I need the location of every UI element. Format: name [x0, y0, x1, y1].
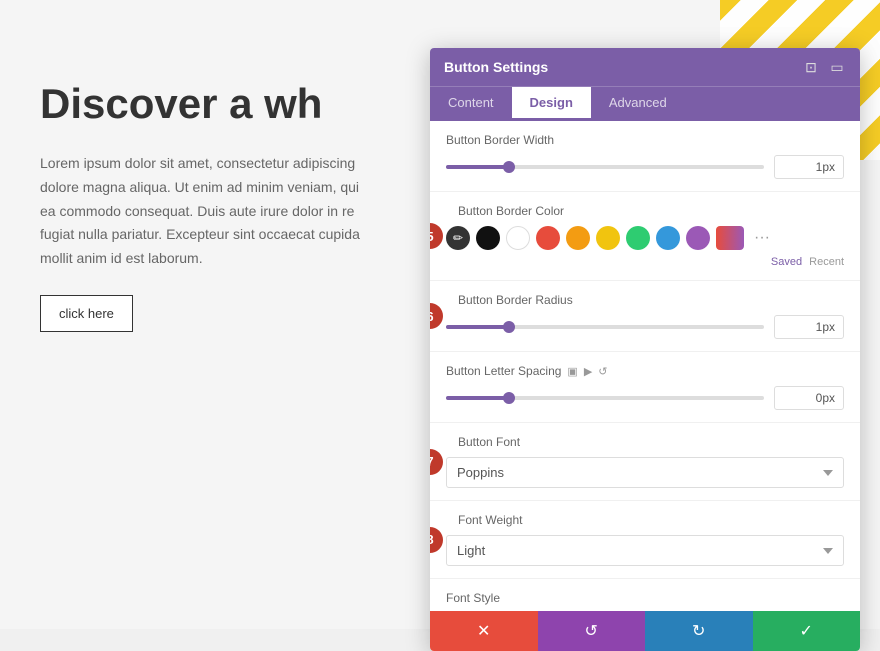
settings-panel: Button Settings ⊡ ▭ Content Design Advan… [430, 48, 860, 651]
border-width-thumb[interactable] [503, 161, 515, 173]
border-color-section: 5 Button Border Color ✏ ··· Saved [430, 192, 860, 281]
cancel-icon: ✕ [477, 621, 490, 641]
badge-6: 6 [430, 303, 443, 329]
confirm-icon: ✓ [800, 621, 813, 641]
color-swatch-orange[interactable] [566, 226, 590, 250]
border-radius-value[interactable]: 1px [774, 315, 844, 339]
border-color-label: Button Border Color [458, 204, 844, 218]
font-select[interactable]: Poppins Arial Georgia Roboto [446, 457, 844, 488]
font-weight-select[interactable]: Light Regular Bold Extra Bold [446, 535, 844, 566]
button-font-label: Button Font [458, 435, 844, 449]
color-swatch-white[interactable] [506, 226, 530, 250]
tab-advanced[interactable]: Advanced [591, 87, 685, 121]
page-body-text: Lorem ipsum dolor sit amet, consectetur … [40, 152, 460, 271]
tab-content[interactable]: Content [430, 87, 512, 121]
border-radius-slider-container [446, 325, 764, 329]
border-radius-label: Button Border Radius [458, 293, 844, 307]
click-here-button[interactable]: click here [40, 295, 133, 332]
letter-spacing-slider[interactable] [446, 396, 764, 400]
color-swatch-green[interactable] [626, 226, 650, 250]
badge-8: 8 [430, 527, 443, 553]
reset-icon[interactable]: ↺ [598, 365, 607, 378]
font-style-section: Font Style I TT Tr U S [430, 579, 860, 611]
border-radius-section: 6 Button Border Radius 1px [430, 281, 860, 352]
color-swatch-gradient[interactable] [716, 226, 744, 250]
color-picker-button[interactable]: ✏ [446, 226, 470, 250]
border-radius-row: 1px [446, 315, 844, 339]
font-weight-label: Font Weight [458, 513, 844, 527]
letter-spacing-slider-container [446, 396, 764, 400]
panel-tabs: Content Design Advanced [430, 86, 860, 121]
panel-body: Button Border Width 1px 5 Button Border … [430, 121, 860, 611]
redo-icon: ↻ [692, 621, 705, 641]
color-swatch-yellow[interactable] [596, 226, 620, 250]
page-title: Discover a wh [40, 80, 460, 128]
border-radius-thumb[interactable] [503, 321, 515, 333]
border-width-value[interactable]: 1px [774, 155, 844, 179]
tab-design[interactable]: Design [512, 87, 591, 121]
color-more-button[interactable]: ··· [750, 226, 774, 250]
color-swatch-row: ✏ ··· Saved Recent [446, 226, 844, 268]
saved-label[interactable]: Saved [771, 256, 802, 268]
panel-header-icons: ⊡ ▭ [802, 58, 846, 76]
link-icon[interactable]: ▣ [567, 365, 577, 378]
panel-title: Button Settings [444, 59, 548, 75]
recent-label[interactable]: Recent [809, 256, 844, 268]
page-content: Discover a wh Lorem ipsum dolor sit amet… [40, 80, 460, 332]
color-swatch-blue[interactable] [656, 226, 680, 250]
panel-expand-icon[interactable]: ⊡ [802, 58, 820, 76]
border-width-slider-container [446, 165, 764, 169]
panel-dock-icon[interactable]: ▭ [828, 58, 846, 76]
panel-footer: ✕ ↺ ↻ ✓ [430, 611, 860, 651]
badge-5: 5 [430, 223, 443, 249]
redo-button[interactable]: ↻ [645, 611, 753, 651]
button-font-section: 7 Button Font Poppins Arial Georgia Robo… [430, 423, 860, 501]
letter-spacing-section: Button Letter Spacing ▣ ▶ ↺ 0px [430, 352, 860, 423]
letter-spacing-thumb[interactable] [503, 392, 515, 404]
letter-spacing-value[interactable]: 0px [774, 386, 844, 410]
border-width-section: Button Border Width 1px [430, 121, 860, 192]
confirm-button[interactable]: ✓ [753, 611, 861, 651]
pencil-icon: ✏ [453, 231, 463, 245]
letter-spacing-label: Button Letter Spacing [446, 364, 561, 378]
badge-7: 7 [430, 449, 443, 475]
cancel-button[interactable]: ✕ [430, 611, 538, 651]
color-swatch-red[interactable] [536, 226, 560, 250]
panel-header: Button Settings ⊡ ▭ [430, 48, 860, 86]
border-width-label: Button Border Width [446, 133, 844, 147]
color-swatch-purple[interactable] [686, 226, 710, 250]
border-width-slider[interactable] [446, 165, 764, 169]
saved-recent-row: Saved Recent [771, 256, 844, 268]
border-width-row: 1px [446, 155, 844, 179]
reset-icon: ↺ [585, 621, 598, 641]
arrow-icon[interactable]: ▶ [584, 365, 592, 378]
font-weight-section: 8 Font Weight Light Regular Bold Extra B… [430, 501, 860, 579]
border-radius-slider[interactable] [446, 325, 764, 329]
reset-button[interactable]: ↺ [538, 611, 646, 651]
letter-spacing-label-row: Button Letter Spacing ▣ ▶ ↺ [446, 364, 844, 378]
letter-spacing-row: 0px [446, 386, 844, 410]
color-swatch-black[interactable] [476, 226, 500, 250]
font-style-label: Font Style [446, 591, 844, 605]
